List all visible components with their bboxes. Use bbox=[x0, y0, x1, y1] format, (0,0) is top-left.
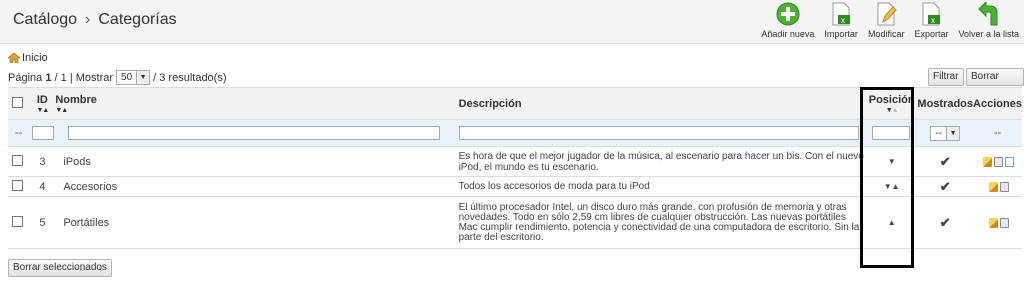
col-id[interactable]: ID ▼▲ bbox=[29, 87, 56, 120]
id-filter-input[interactable] bbox=[32, 126, 55, 140]
view-icon[interactable] bbox=[1005, 156, 1015, 167]
modify-button[interactable]: Modificar bbox=[863, 2, 910, 42]
toolbar: Añadir nueva x Importar Modificar x Expo… bbox=[756, 2, 1024, 42]
filter-row: -- -- ▼ -- bbox=[8, 119, 1022, 147]
row-name: Portátiles bbox=[55, 196, 449, 249]
add-new-label: Añadir nueva bbox=[761, 29, 815, 39]
delete-icon[interactable] bbox=[994, 156, 1004, 167]
filter-button[interactable]: Filtrar bbox=[928, 68, 964, 86]
export-icon: x bbox=[919, 2, 943, 26]
row-checkbox[interactable] bbox=[12, 179, 23, 191]
breadcrumb: Catálogo › Categorías bbox=[13, 11, 177, 29]
position-arrows[interactable]: ▲ bbox=[865, 196, 918, 249]
filter-dash: -- bbox=[8, 119, 30, 147]
row-name: Accesorios bbox=[55, 176, 449, 197]
show-label: | Mostrar bbox=[69, 71, 114, 84]
table-row[interactable]: 3 iPods Es hora de que el mejor jugador … bbox=[8, 146, 1022, 177]
import-label: Importar bbox=[824, 29, 858, 39]
name-filter-input[interactable] bbox=[68, 126, 441, 140]
categories-table: ID ▼▲ Nombre ▼▲ Descripción Posición ▼▲ Mos… bbox=[8, 87, 1022, 249]
row-description: Es hora de que el mejor jugador de la mú… bbox=[448, 146, 866, 177]
sort-arrows-icon[interactable]: ▼▲ bbox=[55, 107, 448, 114]
edit-icon[interactable] bbox=[988, 217, 998, 228]
shown-check-icon[interactable]: ✔ bbox=[917, 176, 974, 197]
reset-filter-button[interactable]: Borrar filtro bbox=[966, 68, 1024, 98]
table-header: ID ▼▲ Nombre ▼▲ Descripción Posición ▼▲ Mos… bbox=[8, 87, 1022, 120]
export-label: Exportar bbox=[914, 29, 949, 39]
bulk-delete-button[interactable]: Borrar seleccionados bbox=[8, 259, 112, 277]
home-link-label: Inicio bbox=[22, 52, 48, 64]
col-actions: Acciones bbox=[973, 87, 1022, 120]
shown-check-icon[interactable]: ✔ bbox=[917, 196, 974, 249]
col-name[interactable]: Nombre ▼▲ bbox=[55, 87, 449, 120]
row-id: 5 bbox=[29, 196, 56, 249]
shown-check-icon[interactable]: ✔ bbox=[917, 146, 974, 177]
import-button[interactable]: x Importar bbox=[819, 2, 863, 42]
row-checkbox[interactable] bbox=[12, 215, 23, 227]
total-pages: / 1 bbox=[54, 71, 67, 84]
position-filter-input[interactable] bbox=[871, 126, 910, 140]
add-icon bbox=[776, 2, 800, 26]
sort-arrows-icon[interactable]: ▼▲ bbox=[29, 107, 55, 114]
shown-filter-select[interactable]: -- ▼ bbox=[930, 125, 961, 141]
position-arrows[interactable]: ▼ bbox=[865, 146, 918, 177]
row-name: iPods bbox=[55, 146, 449, 177]
per-page-value: 50 bbox=[121, 72, 133, 83]
svg-text:x: x bbox=[841, 16, 845, 25]
edit-icon bbox=[874, 2, 898, 26]
edit-icon[interactable] bbox=[983, 156, 993, 167]
row-description: El último procesador Intel, un disco dur… bbox=[448, 196, 866, 249]
col-shown: Mostrados bbox=[917, 87, 974, 120]
select-all-checkbox[interactable] bbox=[12, 96, 23, 108]
back-to-list-button[interactable]: Volver a la lista bbox=[953, 2, 1024, 42]
row-id: 3 bbox=[29, 146, 56, 177]
actions-filter-dash: -- bbox=[973, 119, 1022, 147]
delete-icon[interactable] bbox=[999, 217, 1009, 228]
table-row[interactable]: 5 Portátiles El último procesador Intel,… bbox=[8, 196, 1022, 249]
page-prefix: Página bbox=[8, 71, 43, 84]
chevron-down-icon: ▼ bbox=[946, 126, 960, 140]
home-link[interactable]: Inicio bbox=[8, 52, 48, 64]
table-row[interactable]: 4 Accesorios Todos los accesorios de mod… bbox=[8, 176, 1022, 197]
svg-text:x: x bbox=[931, 16, 935, 25]
pagination: Página 1 / 1 | Mostrar 50 ▼ / 3 resultado… bbox=[8, 70, 227, 85]
chevron-down-icon: ▼ bbox=[136, 71, 150, 84]
col-position[interactable]: Posición ▼▲ bbox=[865, 87, 918, 120]
export-button[interactable]: x Exportar bbox=[909, 2, 953, 42]
description-filter-input[interactable] bbox=[458, 126, 859, 140]
row-description: Todos los accesorios de moda para tu iPo… bbox=[448, 176, 866, 197]
breadcrumb-section[interactable]: Catálogo bbox=[13, 11, 77, 28]
position-arrows[interactable]: ▼▲ bbox=[865, 176, 918, 197]
per-page-select[interactable]: 50 ▼ bbox=[116, 70, 151, 85]
sort-arrows-icon[interactable]: ▼▲ bbox=[866, 107, 917, 114]
page-header: Catálogo › Categorías Añadir nueva x Impor… bbox=[0, 0, 1024, 44]
col-description: Descripción bbox=[448, 87, 866, 120]
back-to-list-label: Volver a la lista bbox=[958, 29, 1019, 39]
delete-icon[interactable] bbox=[999, 181, 1009, 192]
add-new-button[interactable]: Añadir nueva bbox=[756, 2, 819, 42]
result-count: / 3 resultado(s) bbox=[153, 71, 227, 84]
import-icon: x bbox=[829, 2, 853, 26]
row-id: 4 bbox=[29, 176, 56, 197]
breadcrumb-separator: › bbox=[85, 11, 91, 28]
home-icon bbox=[8, 53, 20, 63]
current-page: 1 bbox=[45, 71, 52, 84]
modify-label: Modificar bbox=[867, 29, 905, 39]
breadcrumb-page: Categorías bbox=[98, 11, 177, 28]
back-arrow-icon bbox=[977, 2, 1001, 26]
edit-icon[interactable] bbox=[988, 181, 998, 192]
row-checkbox[interactable] bbox=[12, 154, 23, 166]
